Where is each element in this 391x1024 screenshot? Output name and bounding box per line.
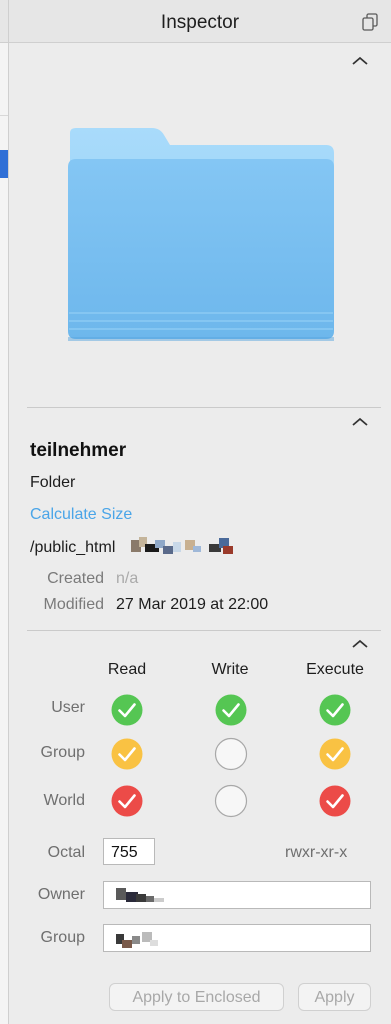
file-list-edge [0,0,9,1024]
section-divider [27,630,381,631]
file-kind: Folder [30,474,76,491]
permission-row-label-world: World [43,792,86,809]
inspector-header: Inspector [9,0,391,43]
folder-icon [68,128,334,341]
permission-user-read-checked[interactable] [110,693,144,727]
permission-world-read-checked[interactable] [110,784,144,818]
column-read: Read [107,661,147,678]
permission-user-execute-checked[interactable] [318,693,352,727]
collapse-info-chevron-icon[interactable] [351,416,369,428]
duplicate-icon[interactable] [362,13,378,31]
collapse-permissions-chevron-icon[interactable] [351,638,369,650]
column-write: Write [211,661,249,678]
group-label: Group [40,929,85,946]
permission-row-label-group: Group [40,744,85,761]
folder-preview [64,125,338,345]
permission-user-write-checked[interactable] [214,693,248,727]
permission-group-read-checked[interactable] [110,737,144,771]
group-field[interactable] [103,924,371,952]
modified-value: 27 Mar 2019 at 22:00 [116,596,269,613]
redacted-owner-image [116,888,164,902]
selected-file-row[interactable] [0,150,8,178]
created-value: n/a [116,570,139,587]
file-list-header [0,0,8,43]
apply-button[interactable]: Apply [298,983,371,1011]
redacted-path-image [131,537,233,554]
created-label: Created [47,570,104,587]
permission-world-execute-checked[interactable] [318,784,352,818]
apply-to-enclosed-button[interactable]: Apply to Enclosed [109,983,284,1011]
permission-group-execute-checked[interactable] [318,737,352,771]
file-list-divider [0,115,8,116]
file-name: teilnehmer [30,440,127,461]
permission-group-write-unchecked[interactable] [214,737,248,771]
permission-row-label-user: User [51,699,85,716]
column-execute: Execute [306,661,364,678]
inspector-panel: Inspector teilnehmer Folder Calculate Si… [9,0,391,1024]
section-divider [27,407,381,408]
owner-label: Owner [37,886,85,903]
permission-world-write-unchecked[interactable] [214,784,248,818]
symbolic-permissions: rwxr-xr-x [285,844,348,861]
owner-field[interactable] [103,881,371,909]
file-path: /public_html [30,539,116,556]
calculate-size-link[interactable]: Calculate Size [30,506,132,524]
octal-label: Octal [47,844,85,861]
collapse-preview-chevron-icon[interactable] [351,55,369,67]
octal-input[interactable]: 755 [103,838,155,865]
modified-label: Modified [43,596,104,613]
inspector-title: Inspector [160,12,240,33]
redacted-group-image [116,932,158,948]
